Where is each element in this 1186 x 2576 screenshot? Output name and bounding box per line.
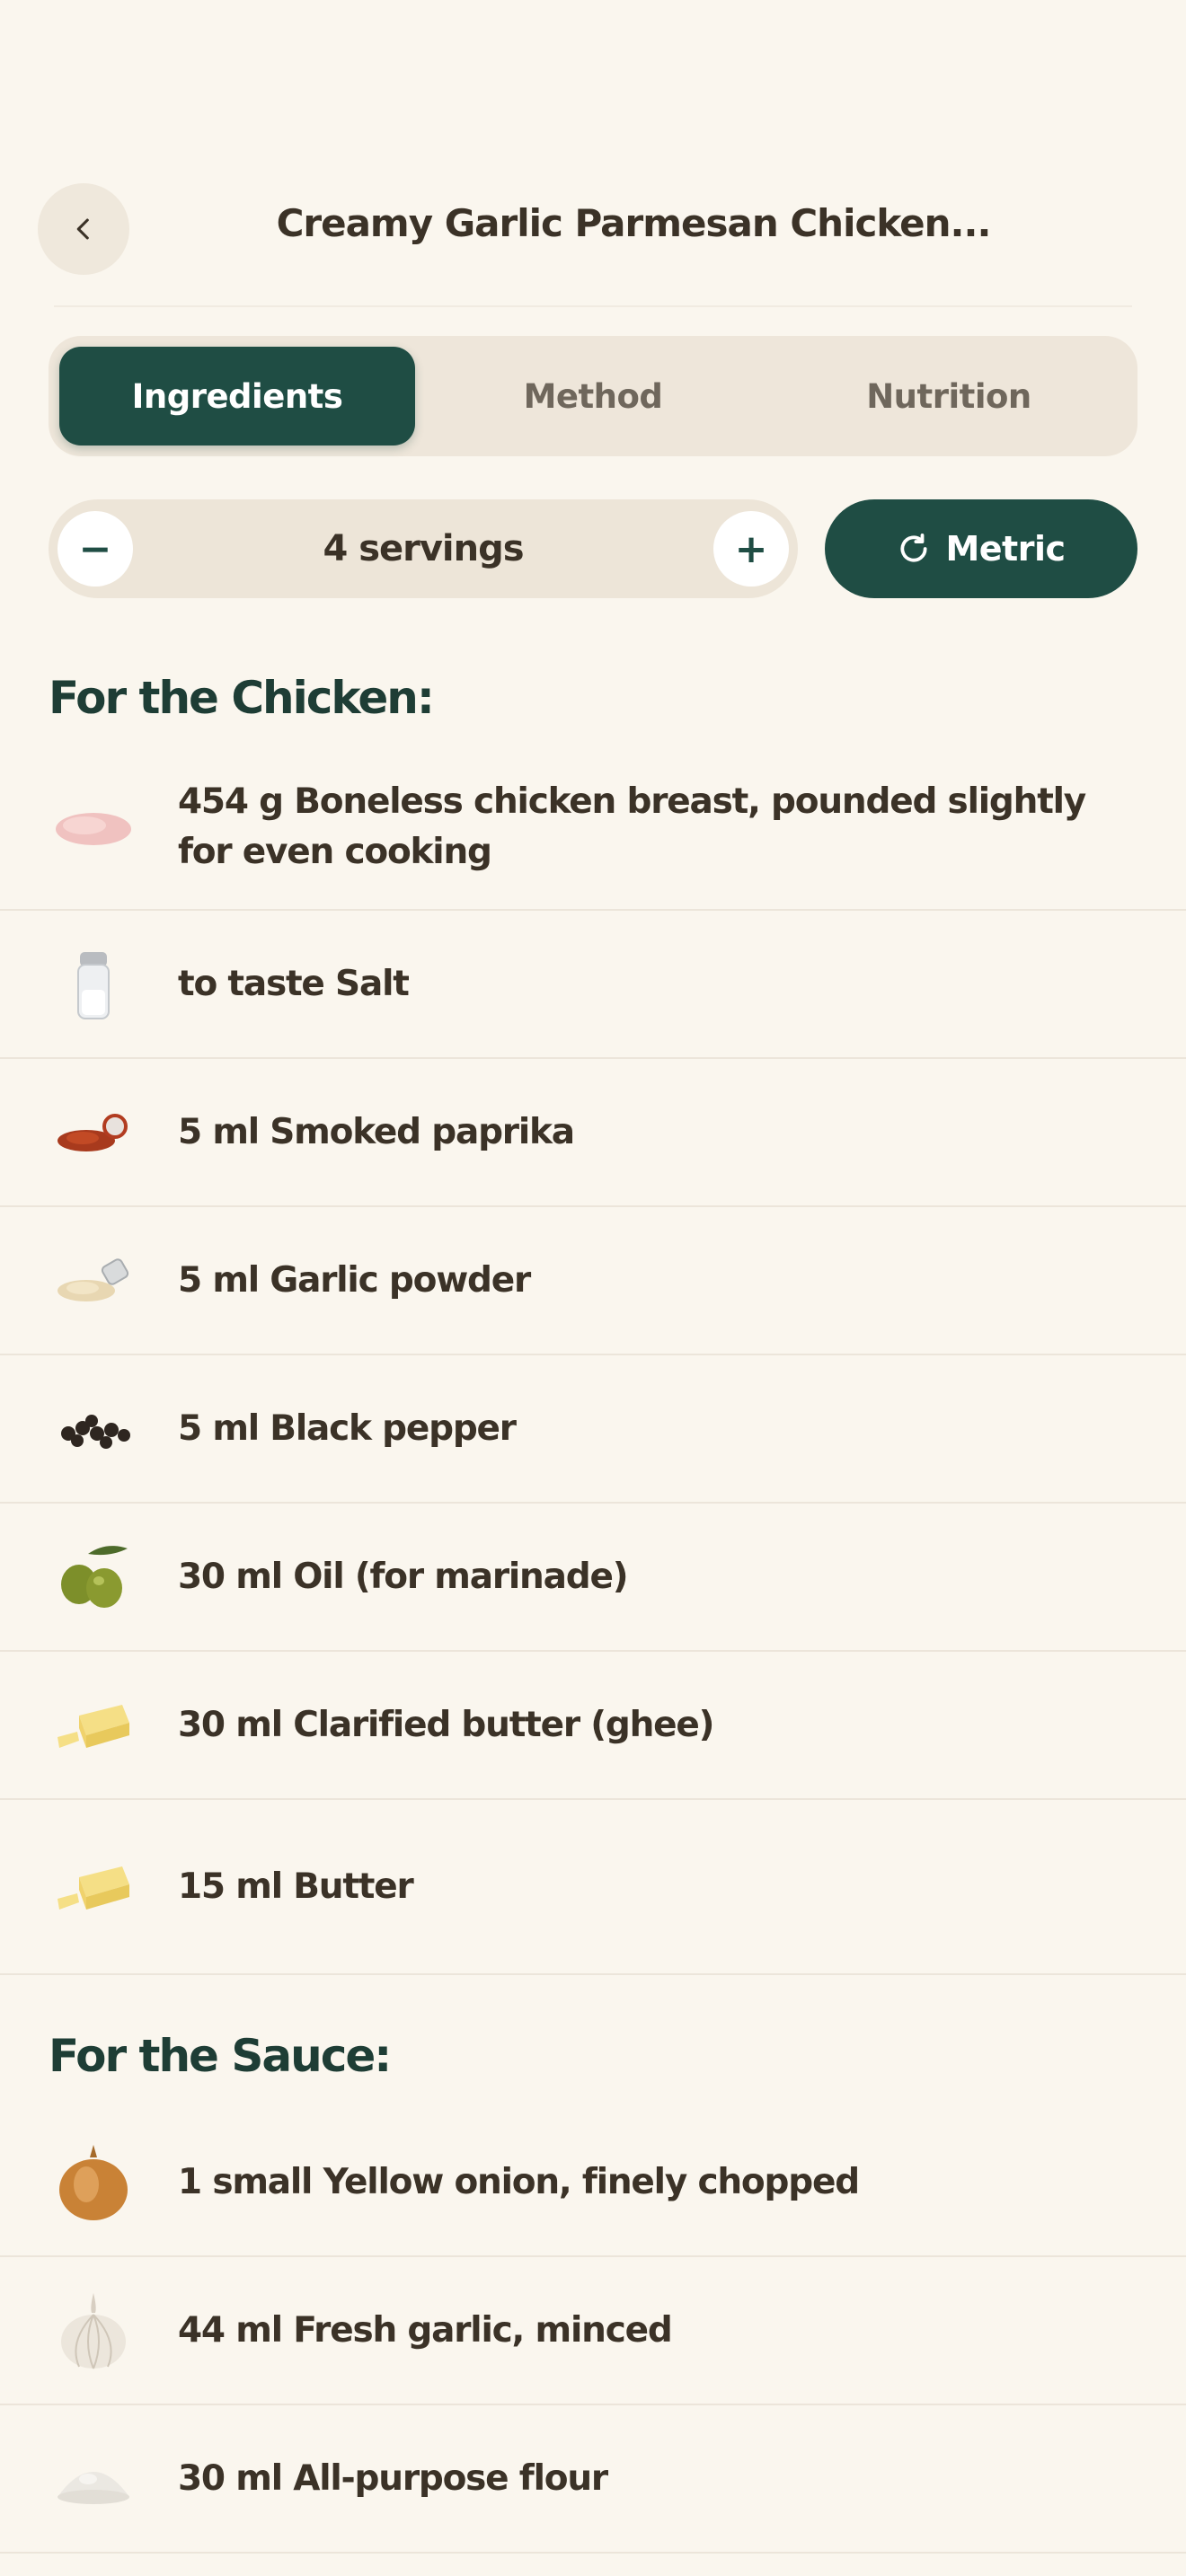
list-item[interactable]: 44 ml Fresh garlic, minced bbox=[0, 2257, 1186, 2405]
list-item[interactable]: 5 ml Smoked paprika bbox=[0, 1059, 1186, 1207]
ingredient-list-sauce: 1 small Yellow onion, finely chopped 44 … bbox=[0, 2109, 1186, 2554]
list-item[interactable]: to taste Salt bbox=[0, 911, 1186, 1059]
list-item[interactable]: 5 ml Black pepper bbox=[0, 1355, 1186, 1504]
servings-stepper: − 4 servings + bbox=[49, 499, 798, 598]
black-pepper-icon bbox=[52, 1388, 135, 1470]
tab-nutrition[interactable]: Nutrition bbox=[771, 347, 1127, 446]
list-item[interactable]: 30 ml Clarified butter (ghee) bbox=[0, 1652, 1186, 1800]
olives-icon bbox=[52, 1536, 135, 1619]
chevron-left-icon bbox=[76, 218, 89, 240]
ingredient-list-chicken: 454 g Boneless chicken breast, pounded s… bbox=[0, 745, 1186, 1975]
list-item[interactable]: 30 ml Oil (for marinade) bbox=[0, 1504, 1186, 1652]
butter-icon bbox=[52, 1684, 135, 1767]
onion-icon bbox=[52, 2141, 135, 2224]
garlic-bulb-icon bbox=[52, 2289, 135, 2372]
tab-ingredients[interactable]: Ingredients bbox=[59, 347, 415, 446]
servings-label: 4 servings bbox=[323, 528, 524, 569]
paprika-icon bbox=[52, 1091, 135, 1174]
section-title-sauce: For the Sauce: bbox=[49, 2030, 392, 2082]
chicken-breast-icon bbox=[52, 786, 135, 869]
back-button[interactable] bbox=[38, 183, 129, 275]
list-item[interactable]: 454 g Boneless chicken breast, pounded s… bbox=[0, 745, 1186, 911]
increase-servings-button[interactable]: + bbox=[713, 511, 789, 587]
list-item[interactable]: 5 ml Garlic powder bbox=[0, 1207, 1186, 1355]
header: Creamy Garlic Parmesan Chicken... bbox=[0, 0, 1186, 305]
salt-shaker-icon bbox=[52, 943, 135, 1026]
butter-icon bbox=[52, 1846, 135, 1928]
list-item[interactable]: 1 small Yellow onion, finely chopped bbox=[0, 2109, 1186, 2257]
tab-bar: Ingredients Method Nutrition bbox=[49, 336, 1137, 456]
unit-toggle-button[interactable]: Metric bbox=[825, 499, 1137, 598]
tab-method[interactable]: Method bbox=[415, 347, 771, 446]
flour-icon bbox=[52, 2438, 135, 2520]
list-item[interactable]: 15 ml Butter bbox=[0, 1800, 1186, 1975]
garlic-powder-icon bbox=[52, 1239, 135, 1322]
unit-toggle-label: Metric bbox=[945, 529, 1066, 569]
page-title: Creamy Garlic Parmesan Chicken... bbox=[276, 201, 992, 245]
decrease-servings-button[interactable]: − bbox=[58, 511, 133, 587]
refresh-icon bbox=[900, 534, 928, 562]
header-divider bbox=[54, 305, 1132, 307]
list-item[interactable]: 30 ml All-purpose flour bbox=[0, 2405, 1186, 2554]
section-title-chicken: For the Chicken: bbox=[49, 672, 435, 724]
